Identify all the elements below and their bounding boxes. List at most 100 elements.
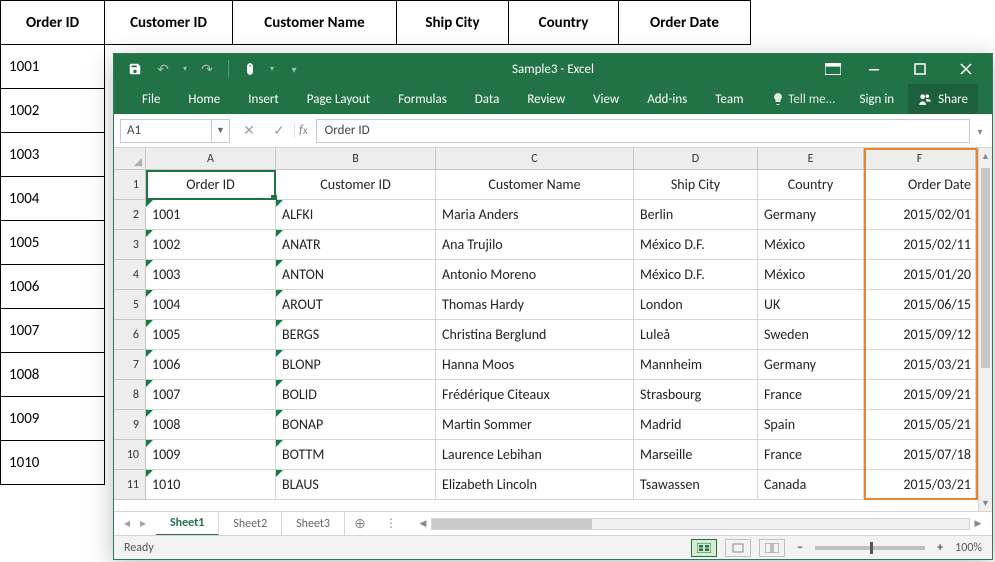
ribbon-tab-insert[interactable]: Insert — [234, 84, 293, 114]
ribbon-options-icon[interactable] — [816, 54, 850, 84]
row-header[interactable]: 10 — [114, 440, 146, 470]
row-header[interactable]: 8 — [114, 380, 146, 410]
row-header[interactable]: 1 — [114, 170, 146, 200]
cell[interactable]: Marseille — [634, 440, 758, 470]
cell[interactable]: 1007 — [146, 380, 276, 410]
ribbon-tab-add-ins[interactable]: Add-ins — [633, 84, 701, 114]
cell[interactable]: UK — [758, 290, 864, 320]
cell[interactable]: BLAUS — [276, 470, 436, 500]
cell[interactable]: 1001 — [146, 200, 276, 230]
column-header[interactable]: D — [634, 148, 758, 169]
cell[interactable]: Martin Sommer — [436, 410, 634, 440]
row-header[interactable]: 3 — [114, 230, 146, 260]
expand-formula-icon[interactable]: ▾ — [971, 120, 989, 144]
cell[interactable]: Strasbourg — [634, 380, 758, 410]
cell[interactable]: 1008 — [146, 410, 276, 440]
share-button[interactable]: Share — [908, 84, 978, 114]
row-header[interactable]: 11 — [114, 470, 146, 500]
cell[interactable]: Thomas Hardy — [436, 290, 634, 320]
cell[interactable]: Hanna Moos — [436, 350, 634, 380]
cell[interactable]: Berlin — [634, 200, 758, 230]
vertical-scrollbar[interactable]: ▲ ▼ — [978, 148, 992, 511]
cell[interactable]: BERGS — [276, 320, 436, 350]
cell[interactable]: 2015/02/01 — [864, 200, 976, 230]
cell[interactable]: France — [758, 380, 864, 410]
cell[interactable]: 1010 — [146, 470, 276, 500]
zoom-out-button[interactable]: − — [793, 541, 807, 555]
cell[interactable]: 1006 — [146, 350, 276, 380]
cell[interactable]: Germany — [758, 350, 864, 380]
cell[interactable]: Tsawassen — [634, 470, 758, 500]
maximize-button[interactable] — [898, 54, 942, 84]
name-box[interactable]: A1 ▼ — [120, 119, 230, 143]
add-sheet-button[interactable]: ⊕ — [345, 515, 375, 532]
cell[interactable]: Christina Berglund — [436, 320, 634, 350]
cell[interactable]: Mannheim — [634, 350, 758, 380]
page-layout-view-button[interactable] — [725, 539, 751, 557]
touch-mouse-icon[interactable] — [239, 58, 261, 80]
undo-dd-icon[interactable]: ▾ — [180, 58, 190, 80]
select-all-corner[interactable] — [114, 148, 146, 170]
sheet-tab[interactable]: Sheet3 — [282, 512, 345, 536]
normal-view-button[interactable] — [691, 539, 717, 557]
cell[interactable]: 2015/01/20 — [864, 260, 976, 290]
scroll-right-icon[interactable]: ▶ — [970, 518, 986, 529]
scroll-left-icon[interactable]: ◀ — [415, 518, 431, 529]
vscroll-thumb[interactable] — [981, 168, 990, 368]
cell[interactable]: 2015/02/11 — [864, 230, 976, 260]
ribbon-tab-review[interactable]: Review — [513, 84, 579, 114]
cell[interactable]: México — [758, 230, 864, 260]
zoom-level[interactable]: 100% — [955, 541, 982, 555]
enter-icon[interactable]: ✓ — [264, 119, 294, 143]
cell[interactable]: 2015/07/18 — [864, 440, 976, 470]
row-header[interactable]: 7 — [114, 350, 146, 380]
cell[interactable]: BOLID — [276, 380, 436, 410]
scroll-up-icon[interactable]: ▲ — [979, 148, 992, 164]
cell[interactable]: 2015/03/21 — [864, 470, 976, 500]
cell[interactable]: México — [758, 260, 864, 290]
cell[interactable]: BONAP — [276, 410, 436, 440]
cell[interactable]: BOTTM — [276, 440, 436, 470]
cancel-icon[interactable]: ✕ — [234, 119, 264, 143]
row-header[interactable]: 4 — [114, 260, 146, 290]
formula-input[interactable]: Order ID ▾ — [316, 119, 970, 143]
cell[interactable]: 2015/06/15 — [864, 290, 976, 320]
cell[interactable]: Elizabeth Lincoln — [436, 470, 634, 500]
row-header[interactable]: 6 — [114, 320, 146, 350]
tell-me[interactable]: Tell me... — [762, 92, 845, 107]
cell[interactable]: Ship City — [634, 170, 758, 200]
cell[interactable]: Sweden — [758, 320, 864, 350]
cell[interactable]: Canada — [758, 470, 864, 500]
column-headers[interactable]: ABCDEF — [146, 148, 978, 170]
save-icon[interactable] — [124, 58, 146, 80]
horizontal-scrollbar[interactable]: ◀ ▶ — [415, 518, 986, 530]
cell[interactable]: Madrid — [634, 410, 758, 440]
cell[interactable]: Customer Name — [436, 170, 634, 200]
cell[interactable]: Laurence Lebihan — [436, 440, 634, 470]
column-header[interactable]: E — [758, 148, 864, 169]
split-handle-icon[interactable]: ⋮ — [375, 516, 409, 531]
sheet-tab[interactable]: Sheet1 — [156, 512, 219, 536]
cell[interactable]: Frédérique Citeaux — [436, 380, 634, 410]
cell[interactable]: Ana Trujilo — [436, 230, 634, 260]
hscroll-thumb[interactable] — [432, 519, 592, 529]
minimize-button[interactable] — [852, 54, 896, 84]
column-header[interactable]: B — [276, 148, 436, 169]
worksheet-grid[interactable]: ABCDEF 1234567891011 Order IDCustomer ID… — [114, 148, 992, 511]
cell[interactable]: 1003 — [146, 260, 276, 290]
redo-icon[interactable]: ↷ — [196, 58, 218, 80]
sheet-tab[interactable]: Sheet2 — [219, 512, 282, 536]
cell[interactable]: BLONP — [276, 350, 436, 380]
sheet-nav-buttons[interactable]: ◂ ▸ — [114, 516, 156, 531]
cell[interactable]: 2015/09/21 — [864, 380, 976, 410]
cell[interactable]: Spain — [758, 410, 864, 440]
undo-icon[interactable]: ↶ — [152, 58, 174, 80]
cell[interactable]: Order Date — [864, 170, 976, 200]
cell[interactable]: Maria Anders — [436, 200, 634, 230]
sign-in[interactable]: Sign in — [849, 92, 904, 107]
cell[interactable]: Antonio Moreno — [436, 260, 634, 290]
ribbon-tab-team[interactable]: Team — [701, 84, 757, 114]
cell[interactable]: AROUT — [276, 290, 436, 320]
cell[interactable]: Customer ID — [276, 170, 436, 200]
cell[interactable]: Order ID — [146, 170, 276, 200]
